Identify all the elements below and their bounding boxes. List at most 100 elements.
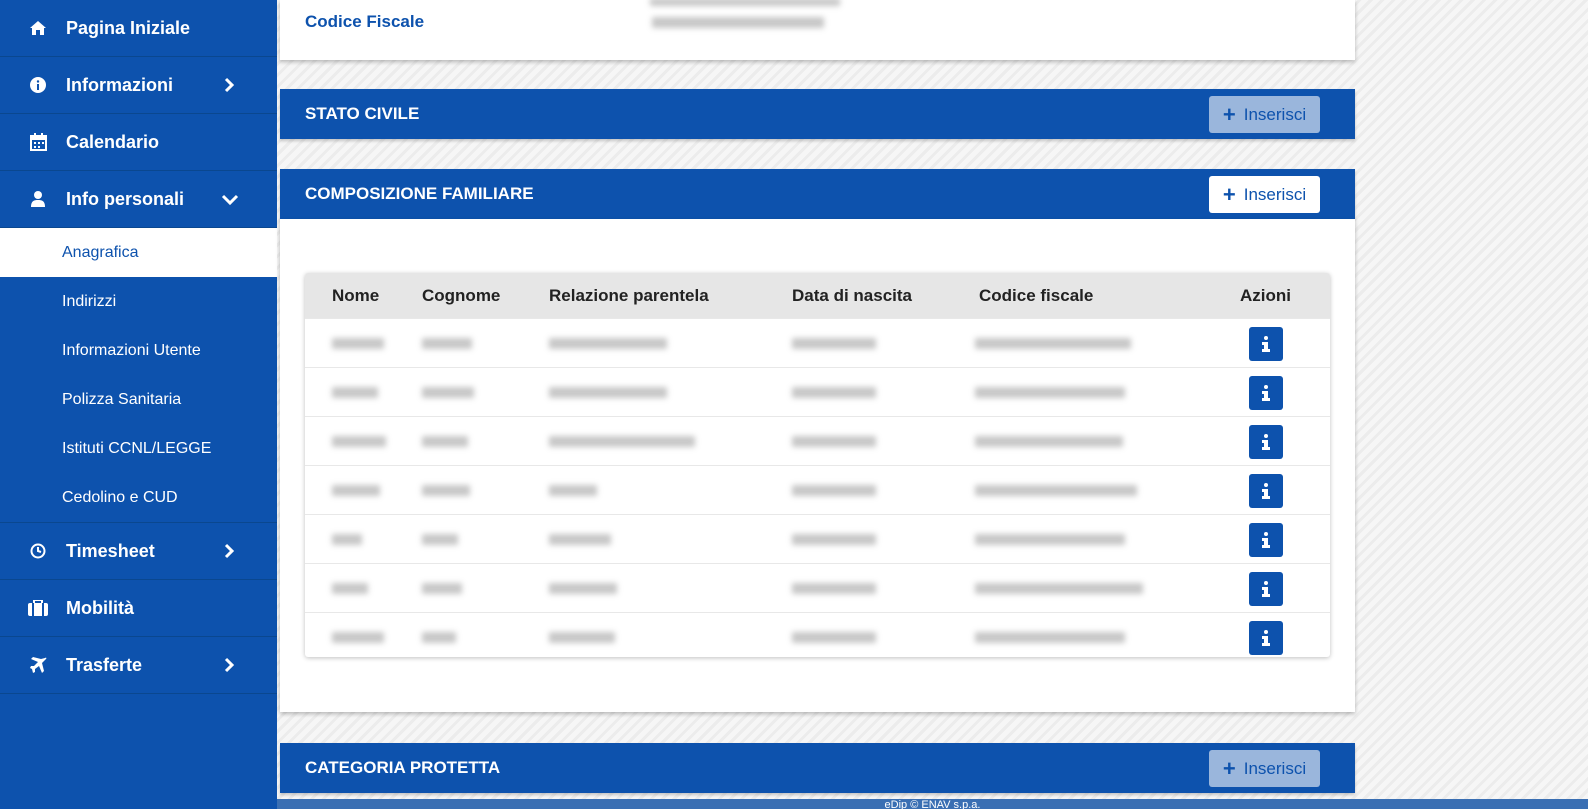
sidebar-submenu: Anagrafica Indirizzi Informazioni Utente…	[0, 228, 277, 523]
plus-icon: +	[1222, 181, 1236, 207]
categoria-protetta-header: CATEGORIA PROTETTA + Inserisci	[280, 743, 1355, 793]
sidebar-item-label: Pagina Iniziale	[66, 17, 191, 38]
redacted-cell	[549, 436, 695, 447]
sidebar-subitem-informazioni-utente[interactable]: Informazioni Utente	[0, 326, 277, 375]
section-title: STATO CIVILE	[305, 104, 420, 123]
info-icon	[1262, 483, 1270, 499]
info-circle-icon	[28, 75, 48, 95]
composizione-insert-button[interactable]: + Inserisci	[1209, 176, 1320, 213]
redacted-cell	[422, 387, 474, 398]
column-header-nome: Nome	[332, 286, 380, 305]
redacted-cell	[549, 338, 667, 349]
redacted-cell	[332, 583, 368, 594]
table-row	[305, 416, 1330, 465]
info-icon	[1262, 630, 1270, 646]
family-card: Nome Cognome Relazione parentela Data di…	[280, 219, 1355, 712]
redacted-cell	[332, 534, 362, 545]
row-info-button[interactable]	[1249, 474, 1283, 508]
sidebar-item-label: Calendario	[66, 131, 160, 152]
sidebar-item-informazioni[interactable]: Informazioni	[0, 57, 277, 114]
redacted-cell	[792, 485, 876, 496]
redacted-cell	[422, 632, 456, 643]
row-info-button[interactable]	[1249, 376, 1283, 410]
chevron-down-icon	[221, 191, 239, 207]
redacted-cell	[975, 632, 1125, 643]
sidebar-subitem-label: Indirizzi	[62, 292, 117, 310]
sidebar-subitem-anagrafica[interactable]: Anagrafica	[0, 228, 277, 277]
sidebar-subitem-istituti-ccnl[interactable]: Istituti CCNL/LEGGE	[0, 424, 277, 473]
redacted-cell	[422, 485, 470, 496]
plus-icon: +	[1222, 101, 1236, 127]
redacted-cell	[549, 632, 615, 643]
sidebar-subitem-label: Cedolino e CUD	[62, 488, 178, 506]
table-row	[305, 367, 1330, 416]
calendar-icon	[28, 132, 48, 152]
redacted-cell	[975, 534, 1125, 545]
row-info-button[interactable]	[1249, 621, 1283, 655]
categoria-insert-button[interactable]: + Inserisci	[1209, 750, 1320, 787]
redacted-cell	[975, 485, 1137, 496]
sidebar-item-mobilita[interactable]: Mobilità	[0, 580, 277, 637]
chevron-right-icon	[221, 657, 237, 673]
redacted-codice-fiscale	[652, 17, 824, 28]
briefcase-icon	[28, 598, 48, 618]
redacted-cell	[422, 534, 458, 545]
footer: eDip © ENAV s.p.a.	[277, 799, 1588, 809]
row-info-button[interactable]	[1249, 425, 1283, 459]
info-icon	[1262, 385, 1270, 401]
sidebar-item-label: Informazioni	[66, 74, 173, 95]
info-icon	[1262, 532, 1270, 548]
sidebar-subitem-polizza-sanitaria[interactable]: Polizza Sanitaria	[0, 375, 277, 424]
redacted-cell	[975, 583, 1143, 594]
table-row	[305, 563, 1330, 612]
sidebar-subitem-indirizzi[interactable]: Indirizzi	[0, 277, 277, 326]
section-title: CATEGORIA PROTETTA	[305, 758, 501, 777]
family-table: Nome Cognome Relazione parentela Data di…	[305, 273, 1330, 657]
redacted-cell	[792, 436, 876, 447]
sidebar-subitem-label: Anagrafica	[62, 243, 139, 261]
info-icon	[1262, 434, 1270, 450]
redacted-cell	[332, 338, 384, 349]
row-info-button[interactable]	[1249, 523, 1283, 557]
redacted-cell	[975, 387, 1125, 398]
insert-label: Inserisci	[1243, 758, 1307, 778]
redacted-cell	[975, 338, 1131, 349]
table-row	[305, 514, 1330, 563]
row-info-button[interactable]	[1249, 572, 1283, 606]
sidebar-item-trasferte[interactable]: Trasferte	[0, 637, 277, 694]
row-info-button[interactable]	[1249, 327, 1283, 361]
sidebar-item-pagina-iniziale[interactable]: Pagina Iniziale	[0, 0, 277, 57]
sidebar-subitem-label: Istituti CCNL/LEGGE	[62, 439, 212, 457]
redacted-cell	[422, 583, 462, 594]
sidebar-subitem-cedolino-cud[interactable]: Cedolino e CUD	[0, 473, 277, 522]
chevron-right-icon	[221, 543, 237, 559]
column-header-data-nascita: Data di nascita	[792, 286, 912, 305]
stato-civile-insert-button[interactable]: + Inserisci	[1209, 96, 1320, 133]
table-row	[305, 612, 1330, 657]
home-icon	[28, 18, 48, 38]
redacted-cell	[792, 534, 876, 545]
redacted-cell	[332, 387, 378, 398]
redacted-cell	[549, 534, 611, 545]
column-header-cognome: Cognome	[422, 286, 501, 305]
redacted-cell	[792, 387, 876, 398]
stato-civile-header: STATO CIVILE + Inserisci	[280, 89, 1355, 139]
redacted-cell	[332, 632, 384, 643]
sidebar: Pagina Iniziale Informazioni Calendario …	[0, 0, 277, 809]
sidebar-item-label: Timesheet	[66, 540, 155, 561]
redacted-cell	[549, 485, 597, 496]
redacted-cell	[422, 436, 468, 447]
plane-icon	[28, 655, 48, 675]
section-title: COMPOSIZIONE FAMILIARE	[305, 184, 534, 203]
sidebar-item-calendario[interactable]: Calendario	[0, 114, 277, 171]
table-row	[305, 318, 1330, 367]
codice-fiscale-label: Codice Fiscale	[305, 12, 425, 31]
column-header-relazione: Relazione parentela	[549, 286, 709, 305]
sidebar-item-timesheet[interactable]: Timesheet	[0, 523, 277, 580]
sidebar-item-label: Trasferte	[66, 654, 143, 675]
chevron-right-icon	[221, 77, 237, 93]
info-icon	[1262, 581, 1270, 597]
redacted-cell	[422, 338, 472, 349]
sidebar-subitem-label: Informazioni Utente	[62, 341, 201, 359]
sidebar-item-info-personali[interactable]: Info personali	[0, 171, 277, 228]
